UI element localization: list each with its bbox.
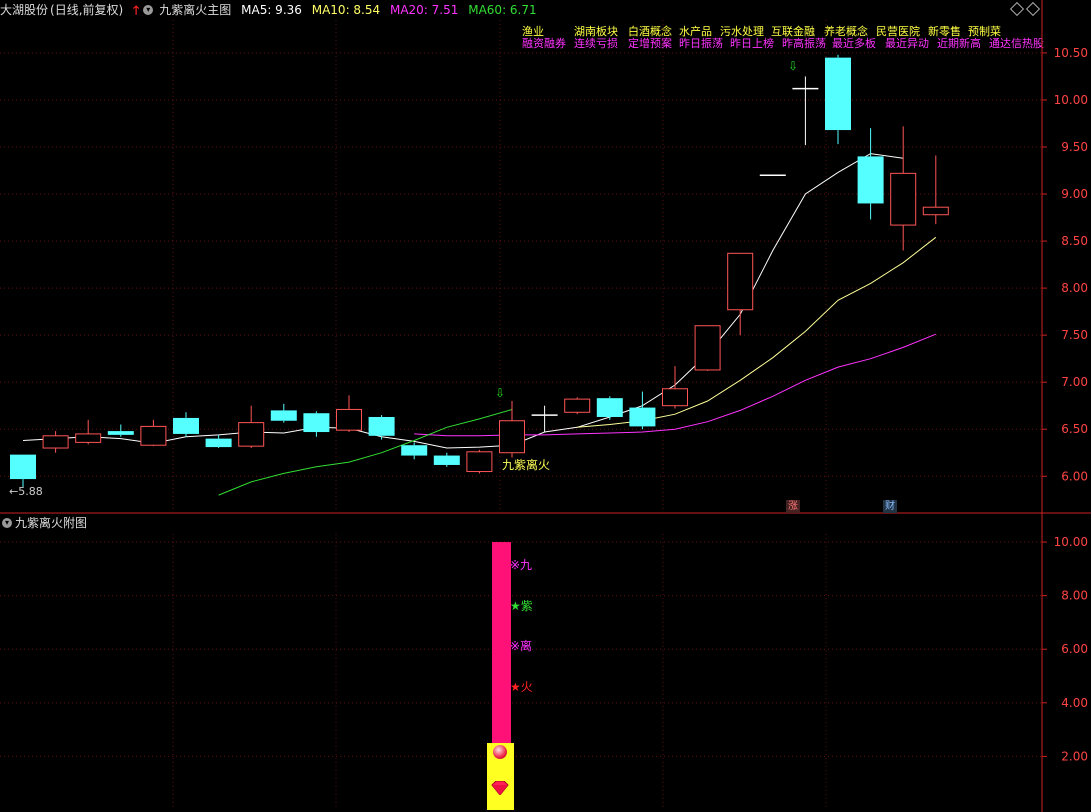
candle-body xyxy=(173,417,199,434)
candle xyxy=(662,366,688,409)
candle xyxy=(466,449,493,474)
candle-body xyxy=(433,455,460,465)
candle-body xyxy=(205,438,232,448)
candle-body xyxy=(499,420,525,454)
candle xyxy=(629,391,656,430)
gem-icon xyxy=(490,780,510,796)
candle xyxy=(596,396,623,420)
y-tick-label: 6.50 xyxy=(1061,422,1088,436)
candle xyxy=(825,54,851,145)
ball-icon xyxy=(493,745,507,759)
candle-body xyxy=(890,172,917,226)
candle-body xyxy=(10,454,36,480)
candle-body xyxy=(140,425,167,446)
candle-body xyxy=(662,388,688,407)
candle xyxy=(564,397,591,415)
min-price-label: ←5.88 xyxy=(9,485,43,498)
sub-label-zi: ★紫 xyxy=(510,599,533,613)
y-tick-label: 10.50 xyxy=(1054,46,1088,60)
y-tick-label: 7.50 xyxy=(1061,328,1088,342)
candle-body xyxy=(368,416,395,436)
signal-label: 九紫离火 xyxy=(502,458,551,472)
candle-body xyxy=(336,408,362,431)
candle xyxy=(857,128,884,220)
sub-panel-header: ▾ 九紫离火附图 xyxy=(0,514,87,532)
candle-body xyxy=(825,57,851,131)
candle xyxy=(433,452,460,467)
candle-body xyxy=(629,407,656,427)
candle xyxy=(499,400,525,458)
ma-line-ma10 xyxy=(577,236,937,428)
candle-body xyxy=(42,435,69,449)
candlestick-chart[interactable]: 10.00 8.00 6.00 4.00 2.00 10.50 10.00 9.50 9.00… xyxy=(0,0,1091,812)
candle xyxy=(792,76,819,146)
candle-body xyxy=(596,398,623,417)
sub-y-tick-label: 8.00 xyxy=(1061,589,1088,603)
candle-body xyxy=(564,398,591,413)
candle xyxy=(140,419,167,447)
candle-body xyxy=(401,445,428,456)
candle xyxy=(890,126,917,251)
candle xyxy=(368,415,395,440)
ma-line-ma5 xyxy=(22,153,904,449)
buy-signal-arrow-icon: ⇩ xyxy=(495,386,506,400)
candle xyxy=(727,252,754,336)
sub-label-jiu: ※九 xyxy=(510,558,533,572)
y-tick-label: 6.00 xyxy=(1061,469,1088,483)
candle-body xyxy=(303,413,330,433)
candle xyxy=(42,431,69,453)
sub-label-huo: ★火 xyxy=(510,680,533,694)
sub-panel-title[interactable]: 九紫离火附图 xyxy=(15,516,87,530)
sub-y-tick-label: 10.00 xyxy=(1054,535,1088,549)
candle xyxy=(401,442,428,460)
y-tick-label: 10.00 xyxy=(1054,93,1088,107)
event-badge-zhang[interactable]: 涨 xyxy=(786,500,800,513)
candle xyxy=(10,454,36,488)
candle-body xyxy=(922,206,949,216)
candle-body xyxy=(466,451,493,473)
sub-label-li: ※离 xyxy=(510,639,533,653)
candle xyxy=(270,403,297,423)
candle xyxy=(922,155,949,225)
candle xyxy=(75,419,102,445)
y-tick-label: 9.00 xyxy=(1061,187,1088,201)
candle-body xyxy=(238,422,265,447)
sub-y-tick-label: 2.00 xyxy=(1061,749,1088,763)
candle xyxy=(173,412,199,437)
signal-bar xyxy=(492,542,511,744)
y-tick-label: 8.50 xyxy=(1061,234,1088,248)
y-tick-label: 9.50 xyxy=(1061,140,1088,154)
y-tick-label: 8.00 xyxy=(1061,281,1088,295)
candle-body xyxy=(270,410,297,421)
candle xyxy=(336,395,362,433)
candle-body xyxy=(857,156,884,204)
candle xyxy=(694,325,721,371)
candle xyxy=(107,424,134,437)
sub-indicator-menu-icon[interactable]: ▾ xyxy=(2,517,12,528)
y-tick-label: 7.00 xyxy=(1061,375,1088,389)
event-badge-cai[interactable]: 财 xyxy=(883,500,897,513)
candle-body xyxy=(107,431,134,435)
candle xyxy=(303,411,330,437)
candle-body xyxy=(727,252,754,311)
sub-y-tick-label: 4.00 xyxy=(1061,696,1088,710)
candle xyxy=(205,434,232,449)
sub-y-tick-label: 6.00 xyxy=(1061,642,1088,656)
candle-body xyxy=(694,325,721,371)
buy-signal-arrow-icon-2: ⇩ xyxy=(788,59,799,73)
candle-body xyxy=(75,433,102,443)
candle xyxy=(531,405,558,433)
candle xyxy=(238,405,265,449)
